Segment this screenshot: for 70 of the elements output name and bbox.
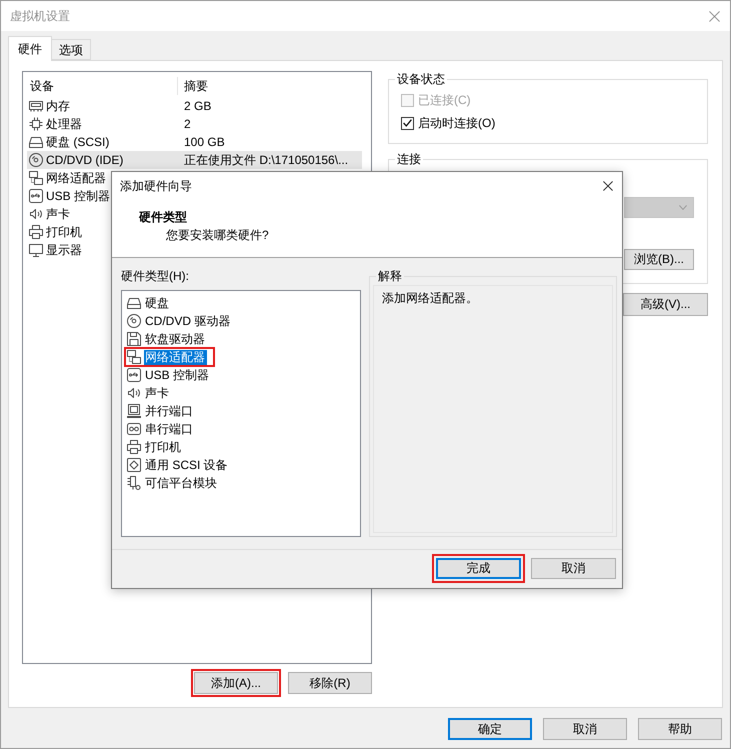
tab[interactable]: 硬件 bbox=[8, 36, 52, 61]
list-label: 硬件类型(H): bbox=[121, 269, 189, 283]
network-icon bbox=[28, 170, 44, 186]
browse-button[interactable]: 浏览(B)... bbox=[624, 249, 694, 270]
chip-icon bbox=[28, 116, 44, 132]
device-summary: 2 GB bbox=[184, 99, 212, 113]
checkbox-label: 已连接(C) bbox=[418, 93, 471, 107]
wizard-heading: 硬件类型 bbox=[139, 210, 187, 224]
device-summary: 正在使用文件 D:\171050156\... bbox=[184, 153, 350, 167]
network-icon bbox=[126, 349, 142, 365]
finish-button[interactable]: 完成 bbox=[436, 558, 521, 579]
hard-drive-icon bbox=[28, 134, 44, 150]
dialog-button[interactable]: 帮助 bbox=[638, 718, 722, 740]
hardware-type-item[interactable]: 硬盘 bbox=[126, 295, 171, 311]
chevron-down-icon bbox=[679, 205, 687, 210]
group-title: 设备状态 bbox=[396, 72, 446, 86]
device-summary: 2 bbox=[184, 117, 192, 131]
device-summary: 100 GB bbox=[184, 135, 226, 149]
printer-icon bbox=[28, 224, 44, 240]
device-name[interactable]: 显示器 bbox=[46, 243, 82, 257]
advanced-button[interactable]: 高级(V)... bbox=[623, 293, 708, 316]
selected-device-row[interactable]: CD/DVD (IDE) 正在使用文件 D:\171050156\... bbox=[27, 151, 362, 169]
memory-module-icon bbox=[28, 98, 44, 114]
wizard-subheading: 您要安装哪类硬件? bbox=[166, 228, 269, 242]
explanation-text: 添加网络适配器。 bbox=[382, 291, 478, 305]
tab[interactable]: 选项 bbox=[52, 39, 91, 60]
dialog-button[interactable]: 取消 bbox=[543, 718, 627, 740]
device-name[interactable]: USB 控制器 bbox=[46, 189, 110, 203]
device-name[interactable]: 网络适配器 bbox=[46, 171, 106, 185]
group-title: 解释 bbox=[377, 269, 403, 283]
device-name[interactable]: 声卡 bbox=[46, 207, 70, 221]
dialog-button[interactable]: 确定 bbox=[448, 718, 532, 740]
printer-icon bbox=[126, 439, 142, 455]
device-name[interactable]: 处理器 bbox=[46, 117, 82, 131]
dialog-title: 添加硬件向导 bbox=[120, 179, 192, 193]
hardware-type-item[interactable]: 并行端口 bbox=[126, 403, 195, 419]
hardware-type-item[interactable]: USB 控制器 bbox=[126, 367, 212, 383]
column-header[interactable]: 摘要 bbox=[178, 77, 371, 95]
hardware-type-item[interactable]: 通用 SCSI 设备 bbox=[126, 457, 230, 473]
speaker-icon bbox=[28, 206, 44, 222]
usb-icon bbox=[126, 367, 142, 383]
cancel-button[interactable]: 取消 bbox=[531, 558, 616, 579]
hardware-type-item[interactable]: 声卡 bbox=[126, 385, 171, 401]
hardware-type-item[interactable]: 软盘驱动器 bbox=[126, 331, 207, 347]
device-name[interactable]: 内存 bbox=[46, 99, 70, 113]
checkbox[interactable] bbox=[401, 116, 414, 130]
hardware-type-item[interactable]: 打印机 bbox=[126, 439, 183, 455]
checkbox-label: 启动时连接(O) bbox=[418, 116, 496, 130]
hardware-type-item[interactable]: 串行端口 bbox=[126, 421, 195, 437]
device-name[interactable]: 硬盘 (SCSI) bbox=[46, 135, 110, 149]
remove-button[interactable]: 移除(R) bbox=[288, 672, 372, 694]
column-header[interactable]: 设备 bbox=[23, 77, 178, 95]
disc-icon bbox=[28, 152, 44, 168]
add-button[interactable]: 添加(A)... bbox=[194, 672, 278, 694]
monitor-icon bbox=[28, 242, 44, 258]
close-icon[interactable] bbox=[603, 181, 613, 191]
speaker-icon bbox=[126, 385, 142, 401]
disc-icon bbox=[126, 313, 142, 329]
laptop-icon bbox=[126, 403, 142, 419]
group-title: 连接 bbox=[396, 152, 422, 166]
connector-icon bbox=[126, 421, 142, 437]
hard-drive-icon bbox=[126, 295, 142, 311]
device-name[interactable]: 打印机 bbox=[46, 225, 82, 239]
check-icon bbox=[403, 119, 412, 127]
hardware-type-item[interactable]: 可信平台模块 bbox=[126, 475, 219, 491]
device-name[interactable]: CD/DVD (IDE) bbox=[46, 153, 124, 167]
module-icon bbox=[126, 475, 142, 491]
hardware-type-item[interactable]: CD/DVD 驱动器 bbox=[126, 313, 232, 329]
usb-icon bbox=[28, 188, 44, 204]
window-title: 虚拟机设置 bbox=[10, 9, 70, 23]
